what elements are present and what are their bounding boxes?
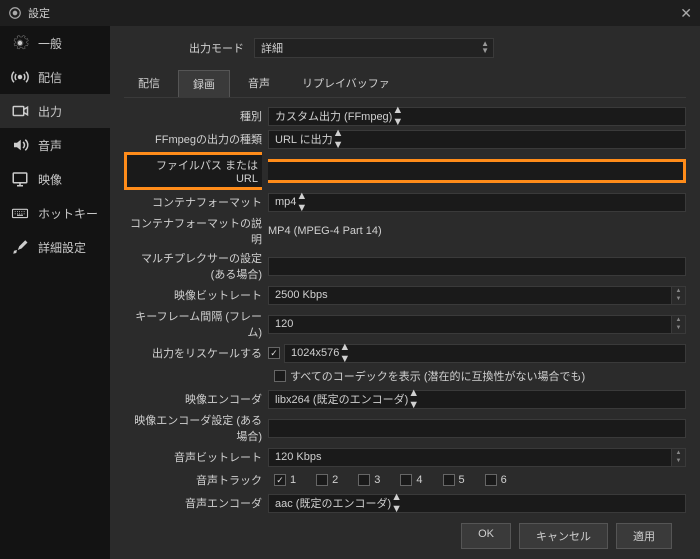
- track-4-checkbox[interactable]: [400, 474, 412, 486]
- abitrate-input[interactable]: 120 Kbps▲▼: [268, 448, 686, 467]
- window-title: 設定: [28, 5, 680, 21]
- type-label: 種別: [124, 108, 262, 124]
- gear-icon: [10, 34, 30, 52]
- ffmpeg-out-label: FFmpegの出力の種類: [124, 131, 262, 147]
- keyframe-label: キーフレーム間隔 (フレーム): [124, 308, 262, 340]
- filepath-input[interactable]: [268, 159, 686, 183]
- track-3-checkbox[interactable]: [358, 474, 370, 486]
- container-desc-value: MP4 (MPEG-4 Part 14): [268, 225, 382, 237]
- vencoder-set-input[interactable]: [268, 419, 686, 438]
- rescale-select[interactable]: 1024x576▲▼: [284, 344, 686, 363]
- spin-down-icon[interactable]: ▼: [671, 457, 685, 466]
- sidebar-item-advanced[interactable]: 詳細設定: [0, 230, 110, 264]
- chevron-updown-icon: ▲▼: [333, 127, 344, 151]
- chevron-updown-icon: ▲▼: [339, 341, 350, 365]
- tracks-label: 音声トラック: [124, 472, 262, 488]
- tabs: 配信 録画 音声 リプレイバッファ: [124, 70, 686, 98]
- sidebar-item-label: 一般: [38, 35, 62, 52]
- tab-replay[interactable]: リプレイバッファ: [288, 70, 404, 97]
- sidebar-item-output[interactable]: 出力: [0, 94, 110, 128]
- spin-up-icon[interactable]: ▲: [671, 449, 685, 458]
- show-all-label: すべてのコーデックを表示 (潜在的に互換性がない場合でも): [290, 368, 585, 384]
- broadcast-icon: [10, 68, 30, 86]
- close-icon[interactable]: ✕: [680, 5, 692, 22]
- sidebar-item-label: 配信: [38, 69, 62, 86]
- dialog-buttons: OK キャンセル 適用: [124, 513, 686, 559]
- chevron-updown-icon: ▲▼: [408, 387, 419, 411]
- vbitrate-label: 映像ビットレート: [124, 287, 262, 303]
- tab-audio[interactable]: 音声: [234, 70, 284, 97]
- output-icon: [10, 102, 30, 120]
- form: 種別カスタム出力 (FFmpeg)▲▼ FFmpegの出力の種類 URL に出力▲…: [124, 106, 686, 513]
- sidebar-item-video[interactable]: 映像: [0, 162, 110, 196]
- ok-button[interactable]: OK: [461, 523, 511, 549]
- tab-record[interactable]: 録画: [178, 70, 230, 97]
- sidebar-item-audio[interactable]: 音声: [0, 128, 110, 162]
- filepath-label: ファイルパス または URL: [124, 152, 262, 190]
- output-mode-select[interactable]: 詳細 ▲▼: [254, 38, 494, 58]
- rescale-label: 出力をリスケールする: [124, 345, 262, 361]
- output-mode-label: 出力モード: [124, 40, 244, 56]
- sidebar: 一般 配信 出力 音声 映像 ホットキー 詳細設定: [0, 26, 110, 559]
- titlebar: 設定 ✕: [0, 0, 700, 26]
- track-5-checkbox[interactable]: [443, 474, 455, 486]
- type-select[interactable]: カスタム出力 (FFmpeg)▲▼: [268, 107, 686, 126]
- cancel-button[interactable]: キャンセル: [519, 523, 608, 549]
- sidebar-item-label: 出力: [38, 103, 62, 120]
- sidebar-item-label: 音声: [38, 137, 62, 154]
- spin-up-icon[interactable]: ▲: [671, 316, 685, 325]
- container-select[interactable]: mp4▲▼: [268, 193, 686, 212]
- spin-up-icon[interactable]: ▲: [671, 287, 685, 296]
- vencoder-label: 映像エンコーダ: [124, 391, 262, 407]
- content-panel: 出力モード 詳細 ▲▼ 配信 録画 音声 リプレイバッファ 種別カスタム出力 (…: [110, 26, 700, 559]
- show-all-checkbox[interactable]: [274, 370, 286, 382]
- tab-stream[interactable]: 配信: [124, 70, 174, 97]
- sidebar-item-stream[interactable]: 配信: [0, 60, 110, 94]
- vencoder-set-label: 映像エンコーダ設定 (ある場合): [124, 412, 262, 444]
- spin-down-icon[interactable]: ▼: [671, 324, 685, 333]
- apply-button[interactable]: 適用: [616, 523, 672, 549]
- muxer-label: マルチプレクサーの設定 (ある場合): [124, 250, 262, 282]
- vbitrate-input[interactable]: 2500 Kbps▲▼: [268, 286, 686, 305]
- chevron-updown-icon: ▲▼: [392, 106, 403, 128]
- keyboard-icon: [10, 204, 30, 222]
- output-mode-value: 詳細: [261, 40, 283, 56]
- track-6-checkbox[interactable]: [485, 474, 497, 486]
- chevron-updown-icon: ▲▼: [391, 491, 402, 513]
- ffmpeg-out-select[interactable]: URL に出力▲▼: [268, 130, 686, 149]
- track-2-checkbox[interactable]: [316, 474, 328, 486]
- monitor-icon: [10, 170, 30, 188]
- abitrate-label: 音声ビットレート: [124, 449, 262, 465]
- speaker-icon: [10, 136, 30, 154]
- tools-icon: [10, 238, 30, 256]
- aencoder-select[interactable]: aac (既定のエンコーダ)▲▼: [268, 494, 686, 513]
- app-logo-icon: [8, 6, 22, 20]
- muxer-input[interactable]: [268, 257, 686, 276]
- container-desc-label: コンテナフォーマットの説明: [124, 215, 262, 247]
- rescale-checkbox[interactable]: ✓: [268, 347, 280, 359]
- sidebar-item-label: 詳細設定: [38, 239, 86, 256]
- chevron-updown-icon: ▲▼: [296, 190, 307, 214]
- keyframe-input[interactable]: 120▲▼: [268, 315, 686, 334]
- aencoder-label: 音声エンコーダ: [124, 495, 262, 511]
- vencoder-select[interactable]: libx264 (既定のエンコーダ)▲▼: [268, 390, 686, 409]
- track-1-checkbox[interactable]: ✓: [274, 474, 286, 486]
- container-label: コンテナフォーマット: [124, 194, 262, 210]
- sidebar-item-label: ホットキー: [38, 205, 98, 222]
- sidebar-item-hotkeys[interactable]: ホットキー: [0, 196, 110, 230]
- chevron-updown-icon: ▲▼: [481, 40, 489, 54]
- sidebar-item-label: 映像: [38, 171, 62, 188]
- sidebar-item-general[interactable]: 一般: [0, 26, 110, 60]
- spin-down-icon[interactable]: ▼: [671, 295, 685, 304]
